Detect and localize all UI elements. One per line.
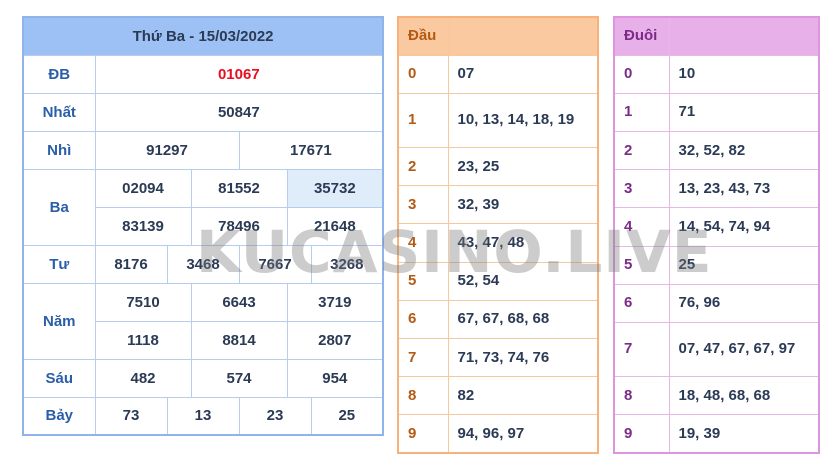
tail-digit: 0 (614, 54, 670, 94)
head-digit: 3 (398, 185, 449, 224)
head-digit-table: Đầu 0 07 1 10, 13, 14, 18, 19 2 23, 25 3 32,… (397, 16, 599, 454)
prize-label-nhi: Nhì (22, 130, 96, 170)
tail-digit: 1 (614, 92, 670, 132)
head-numbers: 43, 47, 48 (448, 223, 598, 263)
prize-label-ba: Ba (22, 168, 96, 246)
prize-value-ba: 02094 (94, 168, 192, 208)
head-numbers: 23, 25 (448, 147, 598, 186)
prize-row-nam: Năm 7510 6643 3719 (22, 282, 384, 360)
head-digit: 0 (398, 54, 449, 94)
prize-value-ba: 35732 (286, 168, 384, 208)
head-digit: 7 (398, 337, 449, 377)
lottery-results-table: Thứ Ba - 15/03/2022 ĐB 01067 Nhất 50847 … (22, 16, 385, 436)
prize-value-sau: 954 (286, 358, 384, 398)
prize-label-tu: Tư (22, 244, 96, 284)
prize-row-bay: Bảy 73 13 23 25 (22, 396, 384, 436)
prize-value-nam: 3719 (286, 282, 384, 322)
results-date-title: Thứ Ba - 15/03/2022 (22, 16, 384, 56)
head-digit: 5 (398, 261, 449, 301)
tail-digit: 8 (614, 376, 670, 415)
prize-value-bay: 13 (166, 396, 240, 436)
prize-label-sau: Sáu (22, 358, 96, 398)
prize-value-bay: 23 (238, 396, 312, 436)
tail-numbers: 18, 48, 68, 68 (669, 376, 819, 415)
prize-value-ba: 21648 (286, 206, 384, 246)
prize-label-nam: Năm (22, 282, 96, 360)
prize-label-bay: Bảy (22, 396, 96, 436)
tail-numbers: 19, 39 (669, 414, 819, 453)
prize-value-tu: 3268 (310, 244, 384, 284)
head-table-header: Đầu (398, 17, 449, 56)
prize-value-nam: 6643 (190, 282, 288, 322)
prize-row-nhat: Nhất 50847 (22, 92, 384, 132)
prize-value-nhi: 17671 (238, 130, 384, 170)
prize-value-bay: 73 (94, 396, 168, 436)
head-digit: 9 (398, 414, 449, 453)
prize-row-db: ĐB 01067 (22, 54, 384, 94)
prize-row-nhi: Nhì 91297 17671 (22, 130, 384, 170)
prize-value-tu: 7667 (238, 244, 312, 284)
head-digit: 4 (398, 223, 449, 263)
head-numbers: 67, 67, 68, 68 (448, 299, 598, 339)
head-numbers: 07 (448, 54, 598, 94)
prize-label-nhat: Nhất (22, 92, 96, 132)
prize-value-tu: 8176 (94, 244, 168, 284)
tail-digit-table: Đuôi 0 10 1 71 2 32, 52, 82 3 13, 23, 43, 73… (613, 16, 820, 454)
tail-table-header: Đuôi (614, 17, 670, 56)
prize-value-ba: 83139 (94, 206, 192, 246)
head-numbers: 71, 73, 74, 76 (448, 337, 598, 377)
prize-value-nam: 8814 (190, 320, 288, 360)
prize-value-bay: 25 (310, 396, 384, 436)
tail-numbers: 25 (669, 245, 819, 285)
tail-numbers: 76, 96 (669, 283, 819, 323)
prize-value-nam: 7510 (94, 282, 192, 322)
prize-row-sau: Sáu 482 574 954 (22, 358, 384, 398)
prize-value-tu: 3468 (166, 244, 240, 284)
prize-value-nhat: 50847 (94, 92, 384, 132)
head-numbers: 52, 54 (448, 261, 598, 301)
tail-digit: 3 (614, 169, 670, 208)
prize-value-db: 01067 (94, 54, 384, 94)
head-numbers: 10, 13, 14, 18, 19 (448, 92, 598, 148)
head-digit: 2 (398, 147, 449, 186)
tail-numbers: 07, 47, 67, 67, 97 (669, 321, 819, 377)
head-numbers: 82 (448, 376, 598, 415)
head-numbers: 32, 39 (448, 185, 598, 224)
prize-row-tu: Tư 8176 3468 7667 3268 (22, 244, 384, 284)
prize-label-db: ĐB (22, 54, 96, 94)
head-digit: 1 (398, 92, 449, 148)
tail-digit: 2 (614, 131, 670, 170)
tail-numbers: 14, 54, 74, 94 (669, 207, 819, 247)
prize-value-nam: 2807 (286, 320, 384, 360)
prize-value-sau: 574 (190, 358, 288, 398)
tail-numbers: 32, 52, 82 (669, 131, 819, 170)
tail-numbers: 71 (669, 92, 819, 132)
tail-digit: 6 (614, 283, 670, 323)
prize-value-sau: 482 (94, 358, 192, 398)
prize-row-ba: Ba 02094 81552 35732 (22, 168, 384, 246)
head-digit: 6 (398, 299, 449, 339)
tail-numbers: 13, 23, 43, 73 (669, 169, 819, 208)
prize-value-nam: 1118 (94, 320, 192, 360)
tail-digit: 5 (614, 245, 670, 285)
tail-digit: 4 (614, 207, 670, 247)
head-digit: 8 (398, 376, 449, 415)
head-numbers: 94, 96, 97 (448, 414, 598, 453)
prize-value-ba: 78496 (190, 206, 288, 246)
prize-value-nhi: 91297 (94, 130, 240, 170)
tail-digit: 7 (614, 321, 670, 377)
tail-numbers: 10 (669, 54, 819, 94)
prize-value-ba: 81552 (190, 168, 288, 208)
tail-digit: 9 (614, 414, 670, 453)
